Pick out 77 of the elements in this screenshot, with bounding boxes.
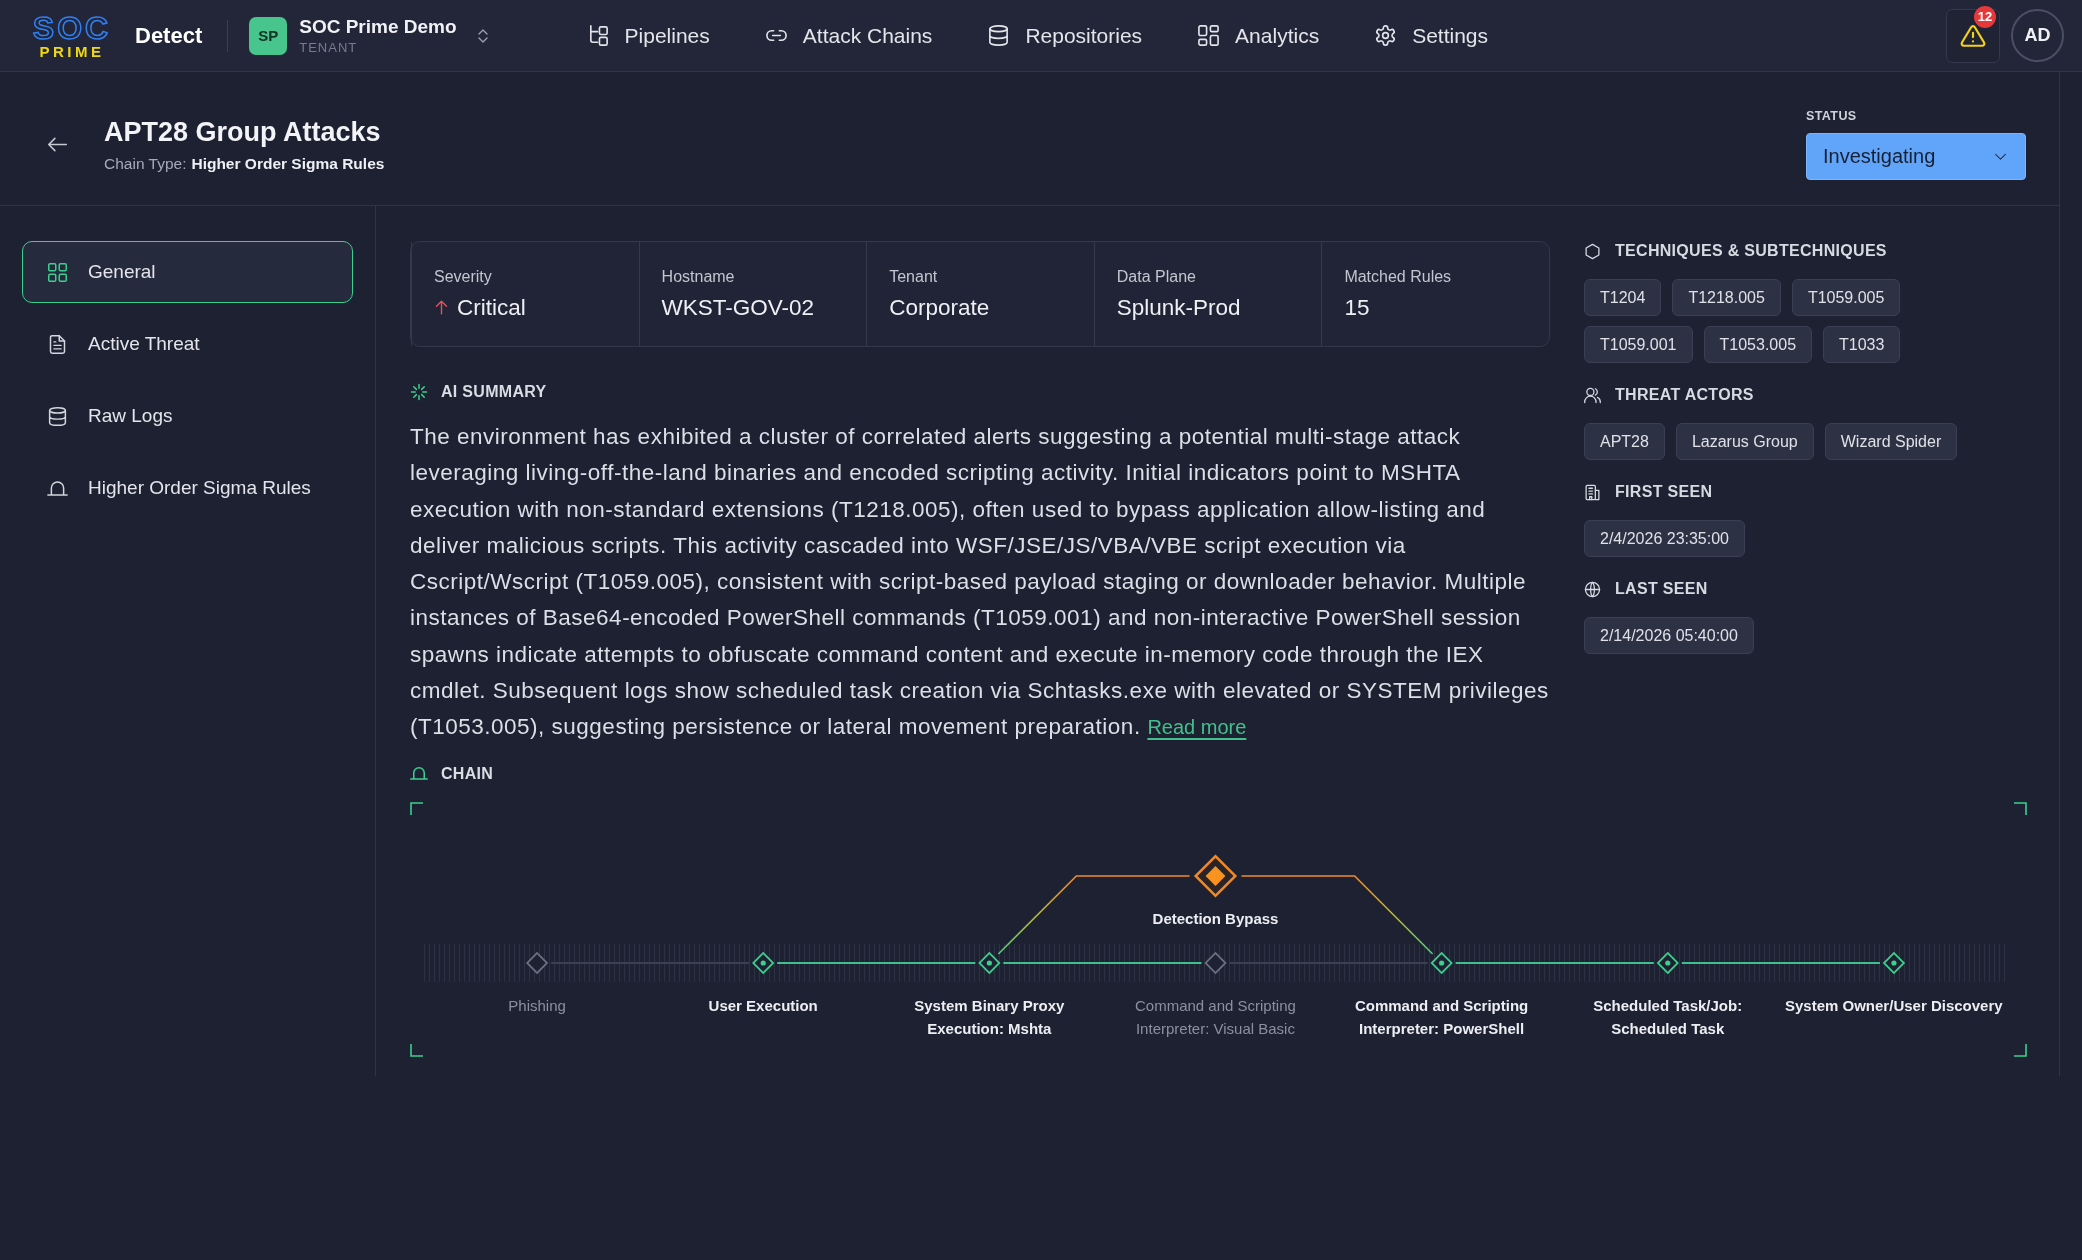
- tenant-name: SOC Prime Demo: [299, 15, 457, 38]
- section-title: FIRST SEEN: [1615, 483, 1713, 501]
- section-title: CHAIN: [441, 764, 494, 783]
- step-label: Command and Scripting Interpreter: PowerShell: [1353, 995, 1530, 1039]
- page-title: APT28 Group Attacks: [104, 115, 382, 148]
- chain-type-value: Higher Order Sigma Rules: [191, 153, 385, 174]
- nav-link[interactable]: Attack Chains: [764, 23, 933, 48]
- settings-icon: [1374, 24, 1398, 47]
- arch-icon: [47, 480, 68, 496]
- section-title: AI SUMMARY: [441, 383, 547, 401]
- summary-text: The environment has exhibited a cluster of correlated alerts suggesting a potential multi-stage attack leveraging living-off-the-land binaries and encoded scripting activity. Initial indicators point to MSHTA execution with non-standard extensions (T1218.005), often used to bypass application allow-listing and deliver malicious scripts. This activity cascaded into WSF/JSE/JS/VBA/VBE script execution via Cscript/Wscript (T1059.005), consistent with script-based payload staging or downloader behavior. Multiple instances of Base64-encoded PowerShell commands (T1059.001) and non-interactive PowerShell session spawns indicate attempts to obfuscate command content and execute in-memory code through the IEX cmdlet. Subsequent logs show scheduled task creation via Schtasks.exe with elevated or SYSTEM privileges (T1053.005), suggesting persistence or lateral movement preparation. Read more: [410, 423, 1550, 742]
- section-title: THREAT ACTORS: [1615, 386, 1754, 404]
- nav-link[interactable]: Pipelines: [586, 23, 710, 48]
- threat-actor-tag: APT28: [1584, 423, 1665, 460]
- brand-logo: SOC PRIME: [31, 12, 113, 59]
- read-more-link[interactable]: Read more: [1147, 716, 1247, 739]
- alerts-button[interactable]: 12: [1946, 8, 2000, 63]
- card-value: 15: [1344, 293, 1370, 322]
- tenant-caption: TENANT: [299, 39, 358, 56]
- sparkle-icon: [410, 383, 428, 401]
- globe-icon: [1584, 580, 1601, 598]
- card-value: WKST-GOV-02: [661, 293, 815, 322]
- card-label: Matched Rules: [1344, 266, 1453, 287]
- corner-bracket-icon: [410, 801, 424, 816]
- alert-count-badge: 12: [1974, 5, 1996, 28]
- threat-actor-tag: Wizard Spider: [1824, 423, 1958, 460]
- corner-bracket-icon: [2013, 801, 2027, 816]
- timestamp: 2/14/2026 05:40:00: [1584, 617, 1754, 654]
- users-icon: [1584, 386, 1601, 404]
- product-name: Detect: [135, 22, 203, 49]
- chain-type-label: Chain Type:: [104, 153, 187, 174]
- technique-tag: T1218.005: [1672, 279, 1781, 316]
- tenant-avatar: SP: [249, 16, 288, 55]
- user-avatar[interactable]: AD: [2011, 9, 2064, 62]
- sidebar-item[interactable]: Higher Order Sigma Rules: [22, 457, 353, 519]
- step-label: System Binary Proxy Execution: Mshta: [913, 995, 1066, 1039]
- step-label: Scheduled Task/Job: Scheduled Task: [1592, 995, 1744, 1039]
- step-label: Command and Scripting Interpreter: Visual Basic: [1133, 995, 1297, 1039]
- nav-link[interactable]: Repositories: [987, 23, 1143, 48]
- status-dropdown[interactable]: Investigating: [1806, 133, 2026, 180]
- step-label: Phishing: [508, 995, 566, 1016]
- timestamp: 2/4/2026 23:35:00: [1584, 520, 1745, 557]
- status-label: STATUS: [1806, 109, 1858, 124]
- hexagon-icon: [1584, 242, 1601, 260]
- dashboard-icon: [1197, 24, 1221, 47]
- threat-actor-tag: Lazarus Group: [1675, 423, 1814, 460]
- card-value: Critical: [457, 293, 526, 322]
- nav-link[interactable]: Analytics: [1197, 23, 1320, 48]
- card-label: Data Plane: [1116, 266, 1197, 287]
- section-title: LAST SEEN: [1615, 580, 1708, 598]
- sidebar-item[interactable]: Active Threat: [22, 313, 353, 375]
- document-icon: [47, 333, 68, 355]
- technique-tag: T1059.001: [1584, 326, 1693, 363]
- step-label: System Owner/User Discovery: [1785, 995, 2003, 1016]
- technique-tag: T1053.005: [1703, 326, 1813, 363]
- card-label: Tenant: [889, 266, 939, 287]
- card-label: Severity: [434, 266, 493, 287]
- corner-bracket-icon: [410, 1042, 424, 1057]
- database-icon: [47, 405, 68, 427]
- bypass-label: Detection Bypass: [1152, 909, 1279, 927]
- warning-icon: [1960, 22, 1986, 49]
- grid-icon: [47, 261, 68, 283]
- sidebar-item[interactable]: General: [22, 241, 353, 303]
- database-icon: [987, 24, 1011, 47]
- step-label: User Execution: [708, 995, 818, 1016]
- nav-link[interactable]: Settings: [1374, 23, 1489, 48]
- card-label: Hostname: [661, 266, 736, 287]
- building-icon: [1584, 483, 1601, 501]
- card-value: Corporate: [889, 293, 990, 322]
- corner-bracket-icon: [2013, 1042, 2027, 1057]
- sidebar-item[interactable]: Raw Logs: [22, 385, 353, 447]
- section-title: TECHNIQUES & SUBTECHNIQUES: [1615, 242, 1887, 260]
- technique-tag: T1059.005: [1791, 279, 1901, 316]
- arch-icon: [410, 767, 428, 781]
- card-value: Splunk-Prod: [1116, 293, 1241, 322]
- technique-tag: T1204: [1584, 279, 1662, 316]
- technique-tag: T1033: [1823, 326, 1901, 363]
